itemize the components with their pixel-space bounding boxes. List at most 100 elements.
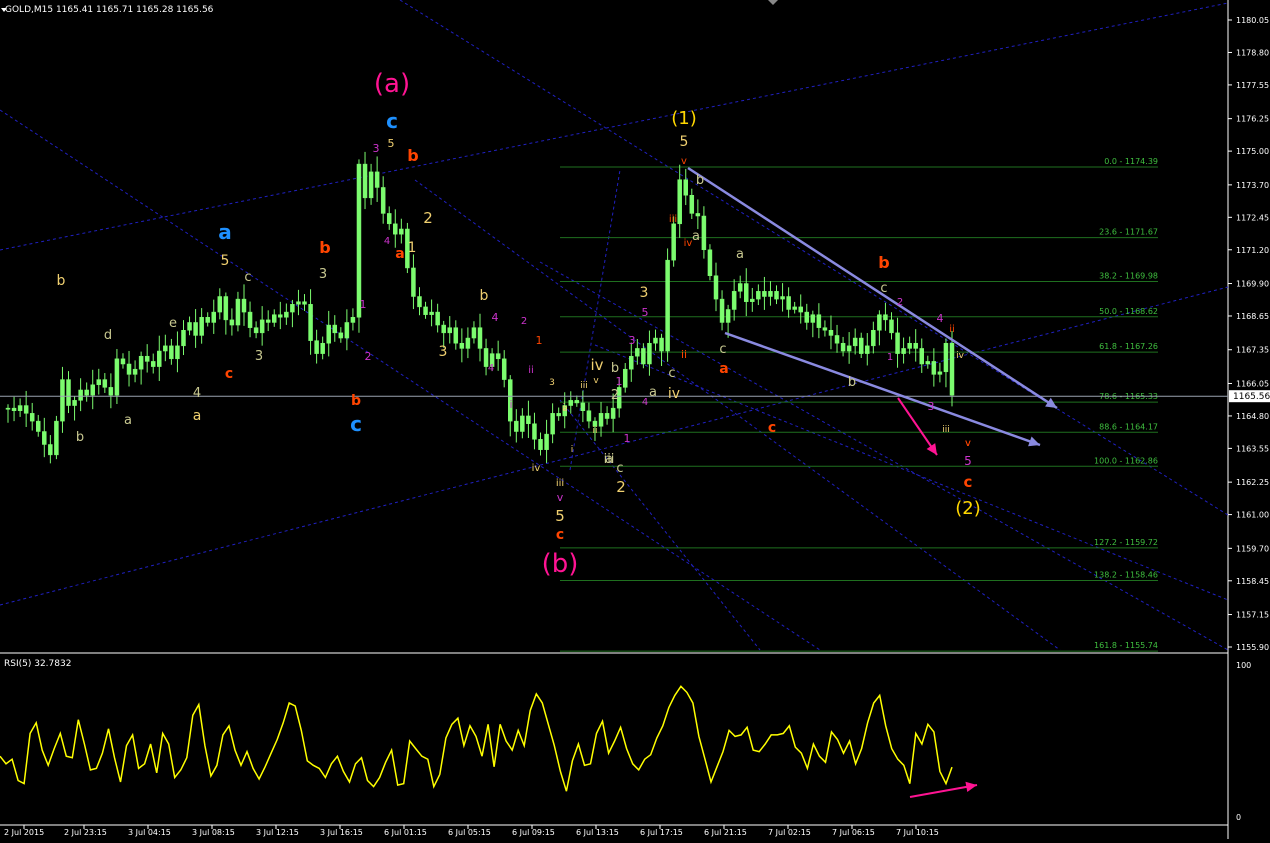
candle-body	[320, 342, 325, 354]
fib-level-label: 88.6 - 1164.17	[1099, 422, 1158, 431]
wave-label: (b)	[542, 549, 579, 579]
candle-body	[169, 345, 174, 360]
candle-body	[659, 337, 664, 352]
candle-body	[380, 187, 386, 214]
candle-body	[453, 327, 459, 344]
wave-label: i	[571, 445, 574, 455]
candle-body	[54, 420, 59, 456]
wave-label: 2	[423, 209, 433, 227]
time-axis-label: 6 Jul 01:15	[384, 828, 427, 837]
wave-label: b	[480, 288, 489, 304]
wave-label: a	[193, 408, 202, 424]
candle-body	[399, 228, 404, 235]
magenta-forecast-arrow-head	[926, 443, 937, 455]
price-axis-label: 1164.80	[1236, 412, 1269, 421]
candle-body	[108, 387, 114, 396]
time-axis-label: 3 Jul 08:15	[192, 828, 235, 837]
fib-level-label: 100.0 - 1162.86	[1094, 456, 1158, 465]
time-axis-label: 3 Jul 16:15	[320, 828, 363, 837]
candle-body	[23, 405, 29, 414]
wave-label: 5	[388, 137, 395, 150]
wave-label: 2	[611, 388, 619, 403]
wave-label: 5	[680, 134, 689, 150]
candle-body	[725, 309, 731, 323]
candle-body	[895, 332, 900, 354]
candle-body	[798, 306, 803, 313]
wave-label: 4	[193, 386, 201, 401]
candle-body	[326, 324, 331, 344]
current-price-value: 1165.56	[1233, 392, 1270, 402]
candle-body	[477, 327, 483, 349]
candle-body	[889, 319, 894, 334]
candle-body	[465, 337, 471, 349]
wave-label: iii	[669, 214, 677, 225]
candle-body	[441, 324, 446, 334]
symbol-header: GOLD,M15 1165.41 1165.71 1165.28 1165.56	[5, 5, 214, 15]
candle-body	[719, 298, 725, 323]
candle-body	[635, 348, 640, 357]
wave-label: 4	[642, 397, 648, 408]
fib-level-label: 138.2 - 1158.46	[1094, 571, 1158, 580]
candle-body	[114, 358, 120, 396]
wave-label: iv	[668, 386, 680, 402]
rsi-divergence-arrow-head	[965, 781, 977, 793]
wave-label: v	[681, 156, 687, 167]
candle-body	[852, 337, 858, 347]
wave-label: c	[719, 342, 726, 357]
time-axis-label: 7 Jul 02:15	[768, 828, 811, 837]
candle-body	[774, 291, 779, 300]
candle-body	[241, 298, 247, 313]
candle-body	[344, 322, 350, 339]
wave-label: v	[965, 438, 971, 449]
candle-body	[622, 368, 628, 388]
candle-body	[36, 420, 41, 432]
wave-label: ii	[592, 426, 597, 436]
wave-label: 5	[555, 507, 565, 525]
wave-label: 3	[255, 349, 263, 364]
candle-body	[278, 314, 283, 318]
wave-label: 3	[439, 344, 448, 360]
wave-label: 4	[488, 363, 494, 374]
wave-label: b	[848, 375, 856, 390]
candle-body	[768, 291, 773, 297]
wave-label: 3	[629, 334, 636, 347]
time-axis-label: 3 Jul 04:15	[128, 828, 171, 837]
wave-label: ii	[528, 365, 534, 376]
wave-label: a	[736, 247, 744, 262]
candle-body	[689, 194, 695, 214]
candle-body	[11, 407, 17, 411]
candle-body	[762, 291, 767, 297]
candle-body	[756, 291, 761, 300]
candle-body	[913, 342, 918, 349]
fib-level-label: 38.2 - 1169.98	[1099, 271, 1158, 280]
candle-body	[653, 337, 658, 344]
candle-body	[586, 410, 592, 422]
wave-label: 5	[642, 306, 649, 319]
price-axis-label: 1166.05	[1236, 379, 1269, 388]
fib-level-label: 127.2 - 1159.72	[1094, 538, 1158, 547]
candle-body	[90, 384, 95, 396]
candle-body	[314, 340, 319, 354]
wave-label: c	[386, 109, 398, 133]
candle-body	[17, 405, 23, 411]
price-axis-label: 1177.55	[1236, 81, 1269, 90]
wave-label: 4	[384, 236, 390, 247]
candle-body	[804, 311, 810, 323]
candle-body	[265, 319, 271, 323]
candle-body	[858, 337, 864, 354]
candle-body	[792, 306, 797, 310]
wave-label: d	[104, 328, 112, 343]
rsi-axis-label: 0	[1236, 813, 1241, 822]
candle-body	[568, 400, 574, 406]
wave-label: 3	[373, 142, 380, 155]
wave-label: a	[605, 452, 613, 467]
price-axis-label: 1158.45	[1236, 577, 1269, 586]
candle-body	[350, 317, 356, 323]
candle-body	[495, 353, 501, 360]
candle-body	[259, 319, 265, 334]
wedge-upper-arrow	[687, 166, 1058, 410]
candle-body	[604, 413, 610, 419]
candle-body	[695, 213, 701, 217]
candle-body	[223, 296, 229, 321]
wave-label: c	[350, 412, 362, 436]
